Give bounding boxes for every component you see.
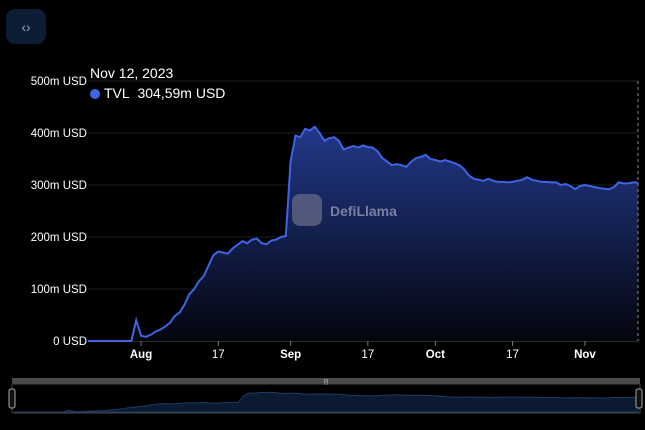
x-tick-label: 17 [212, 349, 225, 361]
defillama-logo-icon [292, 194, 322, 226]
tooltip-value: 304,59m USD [137, 85, 226, 101]
data-zoom-slider[interactable]: ||| [8, 378, 643, 414]
x-tick-label: Aug [130, 349, 152, 361]
series-dot-icon [90, 89, 100, 99]
tooltip-series: TVL [104, 85, 130, 101]
watermark-text: DefiLlama [330, 203, 397, 219]
y-tick-label: 400m USD [31, 128, 87, 140]
tooltip-date: Nov 12, 2023 [90, 65, 174, 81]
y-tick-label: 300m USD [31, 180, 87, 192]
tooltip: Nov 12, 2023 TVL 304,59m USD [90, 63, 225, 103]
y-tick-label: 100m USD [31, 284, 87, 296]
y-tick-label: 500m USD [31, 76, 87, 88]
x-tick-label: Sep [280, 349, 301, 361]
slider-left-handle[interactable] [8, 388, 16, 409]
x-tick-label: 17 [361, 349, 374, 361]
drag-grip-icon: ||| [324, 380, 329, 386]
y-tick-label: 200m USD [31, 232, 87, 244]
x-tick-label: 17 [506, 349, 519, 361]
x-tick-label: Oct [426, 349, 445, 361]
x-tick-label: Nov [574, 349, 596, 361]
y-tick-label: 0 USD [53, 336, 87, 348]
mini-area [14, 391, 639, 413]
tvl-area [88, 126, 638, 341]
slider-right-handle[interactable] [635, 388, 643, 409]
